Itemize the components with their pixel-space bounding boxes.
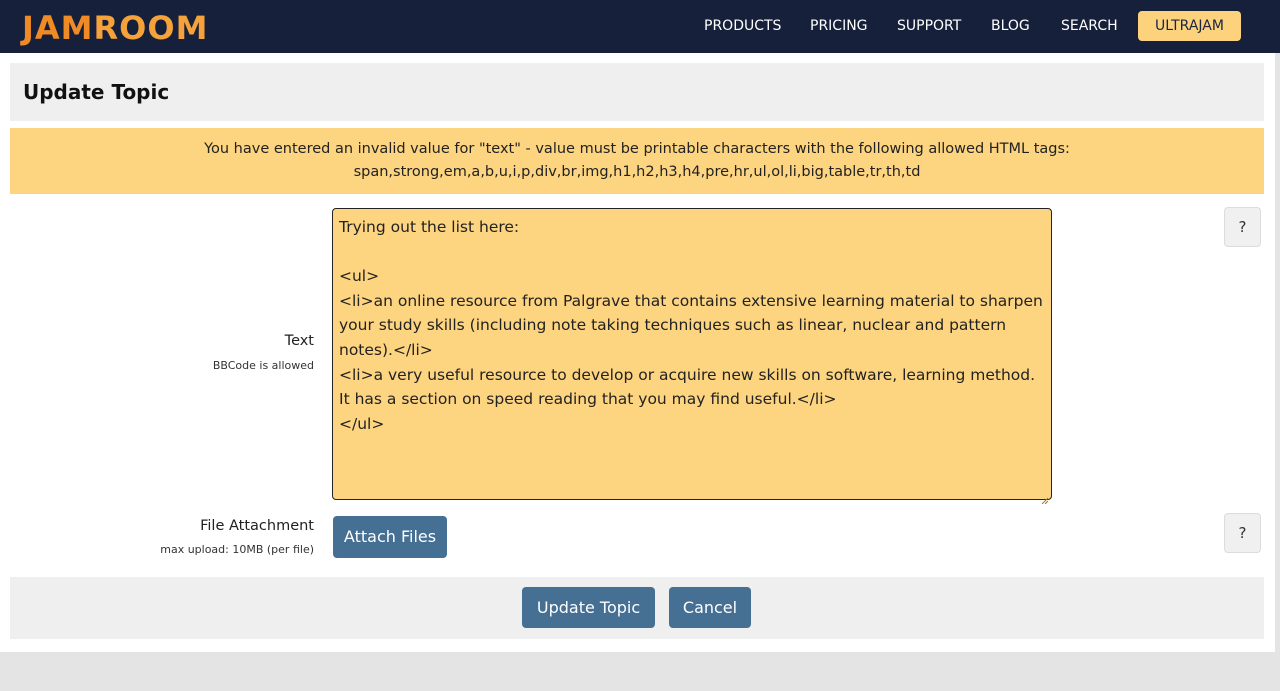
logo-text-b: ROOM: [93, 9, 209, 47]
error-message: You have entered an invalid value for "t…: [204, 141, 1070, 157]
update-topic-button[interactable]: Update Topic: [522, 587, 655, 628]
cancel-button[interactable]: Cancel: [669, 587, 751, 628]
nav-blog[interactable]: BLOG: [991, 18, 1030, 34]
jamroom-logo[interactable]: JAMROOM: [22, 9, 208, 47]
form-actions-bar: Update Topic Cancel: [10, 577, 1264, 639]
nav-ultrajam-button[interactable]: ULTRAJAM: [1138, 11, 1241, 41]
attach-files-button[interactable]: Attach Files: [333, 516, 447, 558]
nav-search[interactable]: SEARCH: [1061, 18, 1118, 34]
nav-products[interactable]: PRODUCTS: [704, 18, 781, 34]
file-help-button[interactable]: ?: [1224, 513, 1261, 553]
file-attachment-label: File Attachment: [200, 518, 314, 534]
nav-support[interactable]: SUPPORT: [897, 18, 961, 34]
file-attachment-sublabel: max upload: 10MB (per file): [160, 543, 314, 556]
allowed-tags-list: span,strong,em,a,b,u,i,p,div,br,img,h1,h…: [353, 164, 921, 180]
update-topic-panel: Update Topic You have entered an invalid…: [0, 53, 1275, 652]
text-textarea[interactable]: Trying out the list here: <ul> <li>an on…: [332, 208, 1052, 500]
text-field-sublabel: BBCode is allowed: [212, 359, 314, 372]
page-title: Update Topic: [23, 80, 170, 104]
nav-pricing[interactable]: PRICING: [810, 18, 868, 34]
text-help-button[interactable]: ?: [1224, 207, 1261, 247]
text-field-label: Text: [284, 333, 314, 349]
resize-handle-icon[interactable]: [1040, 489, 1049, 505]
panel-header: Update Topic: [10, 63, 1264, 121]
logo-text-a: JAM: [22, 9, 94, 47]
error-notice: You have entered an invalid value for "t…: [10, 128, 1264, 194]
top-navbar: JAMROOM PRODUCTS PRICING SUPPORT BLOG SE…: [0, 0, 1280, 53]
